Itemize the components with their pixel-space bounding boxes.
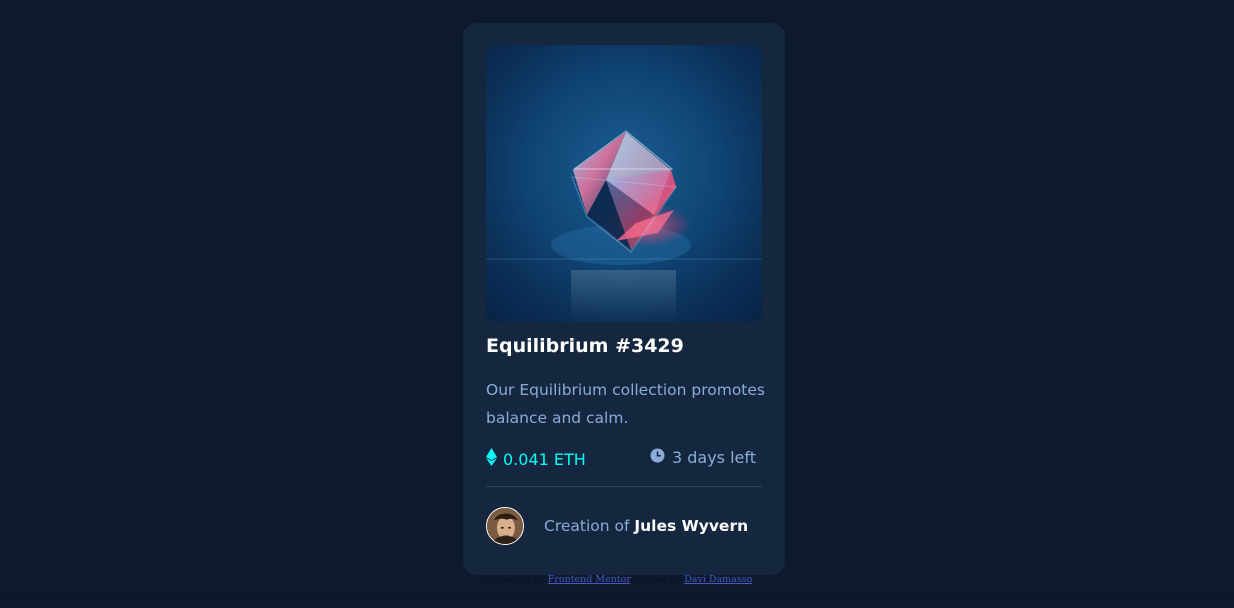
nft-preview-card: Equilibrium #3429 Our Equilibrium collec… (463, 23, 785, 575)
author-link[interactable]: Davi Damasso (684, 574, 752, 585)
time-left-label: 3 days left (671, 448, 756, 467)
price-time-row: 0.041 ETH 3 days left (486, 445, 762, 471)
ethereum-icon (486, 448, 497, 470)
bottom-line (0, 595, 1234, 596)
creator-text: Creation of Jules Wyvern (544, 517, 748, 535)
nft-description: Our Equilibrium collection promotes bala… (486, 381, 765, 427)
price-value: 0.041 ETH (503, 449, 586, 469)
creator-row: Creation of Jules Wyvern (486, 504, 762, 548)
nft-title[interactable]: Equilibrium #3429 (486, 335, 684, 357)
equilibrium-cube-image[interactable] (486, 45, 762, 322)
coded-by-text: . Coded by (629, 574, 685, 585)
price: 0.041 ETH (486, 448, 586, 470)
card-divider (486, 486, 762, 487)
attribution-footer: Challenge by Frontend Mentor. Coded by D… (0, 574, 1234, 585)
avatar (486, 507, 524, 545)
time-left: 3 days left (650, 448, 756, 467)
creator-name-link[interactable]: Jules Wyvern (634, 517, 748, 535)
frontend-mentor-link[interactable]: Frontend Mentor (548, 574, 630, 585)
creator-prefix: Creation of (544, 517, 635, 535)
attribution-prefix: Challenge by (481, 574, 548, 585)
clock-icon (650, 448, 665, 467)
